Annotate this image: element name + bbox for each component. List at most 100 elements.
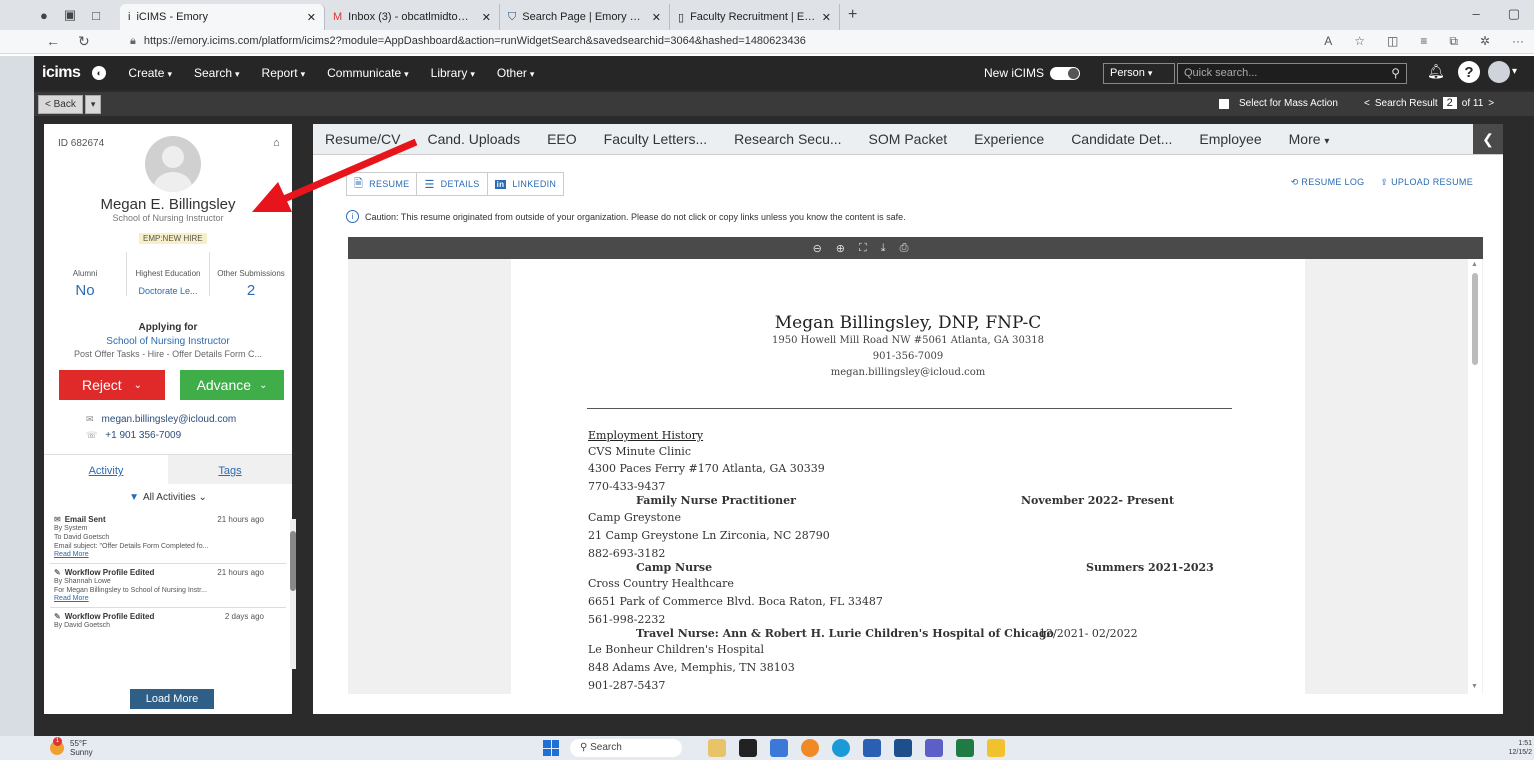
- browser-tab-gmail[interactable]: M Inbox (3) - obcatlmidtown@gma ✕: [325, 4, 500, 30]
- download-icon[interactable]: ⤓: [881, 242, 886, 255]
- read-aloud-icon[interactable]: A: [1324, 34, 1332, 49]
- edge-app-icon[interactable]: [832, 739, 850, 757]
- email-contact[interactable]: ✉ megan.billingsley@icloud.com: [86, 414, 236, 425]
- upload-resume-link[interactable]: ⇪ UPLOAD RESUME: [1380, 177, 1473, 188]
- tab-actions-icon[interactable]: □: [92, 8, 100, 23]
- windows-start-icon[interactable]: [543, 740, 559, 756]
- back-arrow-icon[interactable]: ←: [46, 33, 60, 50]
- email-text[interactable]: megan.billingsley@icloud.com: [102, 414, 237, 425]
- zoom-out-icon[interactable]: ⊖: [813, 242, 822, 255]
- tab-tags[interactable]: Tags: [168, 455, 292, 484]
- subtab-linkedin[interactable]: in LINKEDIN: [488, 173, 564, 195]
- toggle-switch[interactable]: [1050, 66, 1081, 80]
- stat-value[interactable]: No: [44, 282, 126, 299]
- tab-research-security[interactable]: Research Secu...: [734, 131, 841, 147]
- house-icon[interactable]: ⌂: [273, 137, 280, 149]
- phone-contact[interactable]: ☏ +1 901 356-7009: [86, 430, 181, 441]
- reject-button[interactable]: Reject ⌄: [59, 370, 165, 400]
- user-avatar[interactable]: [1488, 61, 1510, 83]
- browser-tab-icims[interactable]: i iCIMS - Emory ✕: [120, 4, 325, 30]
- scroll-down-icon[interactable]: ▼: [1471, 683, 1478, 690]
- taskbar-search[interactable]: ⚲ Search: [570, 739, 682, 757]
- next-result-icon[interactable]: >: [1488, 98, 1494, 109]
- system-clock[interactable]: 1:51 12/15/2: [1509, 739, 1532, 757]
- icims-logo[interactable]: icims: [42, 64, 81, 82]
- collections-icon[interactable]: ▣: [64, 7, 76, 23]
- subtab-details[interactable]: ☰ DETAILS: [417, 173, 488, 195]
- scrollbar-thumb[interactable]: [1472, 273, 1478, 365]
- tab-more[interactable]: More ▾: [1289, 131, 1330, 147]
- activity-filter[interactable]: ▼ All Activities ⌄: [44, 492, 292, 503]
- new-tab-icon[interactable]: +: [840, 6, 865, 24]
- excel-app-icon[interactable]: [956, 739, 974, 757]
- resume-log-link[interactable]: ⟲ RESUME LOG: [1291, 177, 1365, 188]
- scroll-up-icon[interactable]: ▲: [1471, 261, 1478, 268]
- activity-scrollbar[interactable]: [290, 519, 296, 669]
- chevron-down-icon[interactable]: ▾: [1512, 66, 1517, 77]
- new-icims-toggle[interactable]: New iCIMS: [984, 66, 1081, 80]
- close-icon[interactable]: ✕: [822, 11, 831, 24]
- collapse-panel-button[interactable]: ❮: [1473, 124, 1503, 154]
- tab-resume-cv[interactable]: Resume/CV: [325, 131, 400, 147]
- prev-result-icon[interactable]: <: [1364, 98, 1370, 109]
- firefox-app-icon[interactable]: [801, 739, 819, 757]
- print-icon[interactable]: ⎙: [900, 242, 909, 255]
- split-screen-icon[interactable]: ◫: [1387, 34, 1398, 49]
- bell-icon[interactable]: 🔔︎: [1427, 63, 1445, 80]
- applied-job-link[interactable]: School of Nursing Instructor: [44, 336, 292, 347]
- scrollbar-thumb[interactable]: [290, 531, 296, 591]
- search-icon[interactable]: ⚲: [1391, 66, 1400, 80]
- extensions-icon[interactable]: ✲: [1480, 34, 1490, 49]
- task-view-icon[interactable]: [739, 739, 757, 757]
- teams-app-icon[interactable]: [770, 739, 788, 757]
- help-icon[interactable]: ?: [1458, 61, 1480, 83]
- close-icon[interactable]: ✕: [652, 11, 661, 24]
- stat-value[interactable]: Doctorate Le...: [127, 286, 209, 296]
- browser-tab-faculty-recruitment[interactable]: ▯ Faculty Recruitment | Emory Univ ✕: [670, 4, 840, 30]
- subtab-resume[interactable]: 🗎︎ RESUME: [347, 173, 418, 195]
- more-icon[interactable]: ···: [1512, 34, 1524, 49]
- stat-value[interactable]: 2: [210, 282, 292, 299]
- phone-text[interactable]: +1 901 356-7009: [105, 430, 181, 441]
- quick-search-input[interactable]: Quick search... ⚲: [1177, 63, 1407, 84]
- file-explorer-icon[interactable]: [987, 739, 1005, 757]
- word-app-icon[interactable]: [863, 739, 881, 757]
- close-icon[interactable]: ✕: [307, 11, 316, 24]
- zoom-in-icon[interactable]: ⊕: [836, 242, 845, 255]
- browser-tab-search-page[interactable]: ⛉ Search Page | Emory University | ✕: [500, 4, 670, 30]
- minimize-icon[interactable]: –: [1472, 6, 1479, 22]
- tab-experience[interactable]: Experience: [974, 131, 1044, 147]
- close-icon[interactable]: ✕: [482, 11, 491, 24]
- tab-candidate-details[interactable]: Candidate Det...: [1071, 131, 1172, 147]
- person-select[interactable]: Person ▾: [1103, 63, 1175, 84]
- favorites-icon[interactable]: ≡: [1420, 34, 1427, 49]
- star-icon[interactable]: ☆: [1354, 34, 1365, 49]
- back-dropdown[interactable]: ▾: [84, 94, 102, 114]
- tab-som-packet[interactable]: SOM Packet: [869, 131, 948, 147]
- viewer-scrollbar[interactable]: ▲ ▼: [1468, 259, 1482, 694]
- collections-icon[interactable]: ⧉: [1449, 34, 1458, 49]
- restore-icon[interactable]: ▢: [1508, 6, 1520, 22]
- tab-employee[interactable]: Employee: [1199, 131, 1261, 147]
- nav-search[interactable]: Search ▾: [194, 66, 240, 80]
- url-field[interactable]: 🔒︎ https://emory.icims.com/platform/icims…: [130, 35, 806, 48]
- advance-button[interactable]: Advance ⌄: [180, 370, 284, 400]
- mass-action[interactable]: Select for Mass Action: [1219, 98, 1338, 109]
- profile-icon[interactable]: ●: [40, 8, 48, 23]
- fullscreen-icon[interactable]: ⛶: [859, 242, 867, 255]
- tab-eeo[interactable]: EEO: [547, 131, 577, 147]
- nav-library[interactable]: Library ▾: [431, 66, 475, 80]
- read-more-link[interactable]: Read More: [54, 595, 282, 602]
- nav-report[interactable]: Report ▾: [262, 66, 306, 80]
- nav-create[interactable]: Create ▾: [128, 66, 172, 80]
- tab-faculty-letters[interactable]: Faculty Letters...: [604, 131, 707, 147]
- teams-chat-app-icon[interactable]: [925, 739, 943, 757]
- nav-other[interactable]: Other ▾: [497, 66, 535, 80]
- photos-app-icon[interactable]: [708, 739, 726, 757]
- weather-widget[interactable]: 1 55°F Sunny: [50, 737, 93, 757]
- load-more-button[interactable]: Load More: [130, 689, 214, 709]
- tab-cand-uploads[interactable]: Cand. Uploads: [427, 131, 520, 147]
- back-button[interactable]: < Back: [38, 94, 83, 114]
- nav-communicate[interactable]: Communicate ▾: [327, 66, 409, 80]
- mass-action-checkbox[interactable]: [1219, 98, 1229, 109]
